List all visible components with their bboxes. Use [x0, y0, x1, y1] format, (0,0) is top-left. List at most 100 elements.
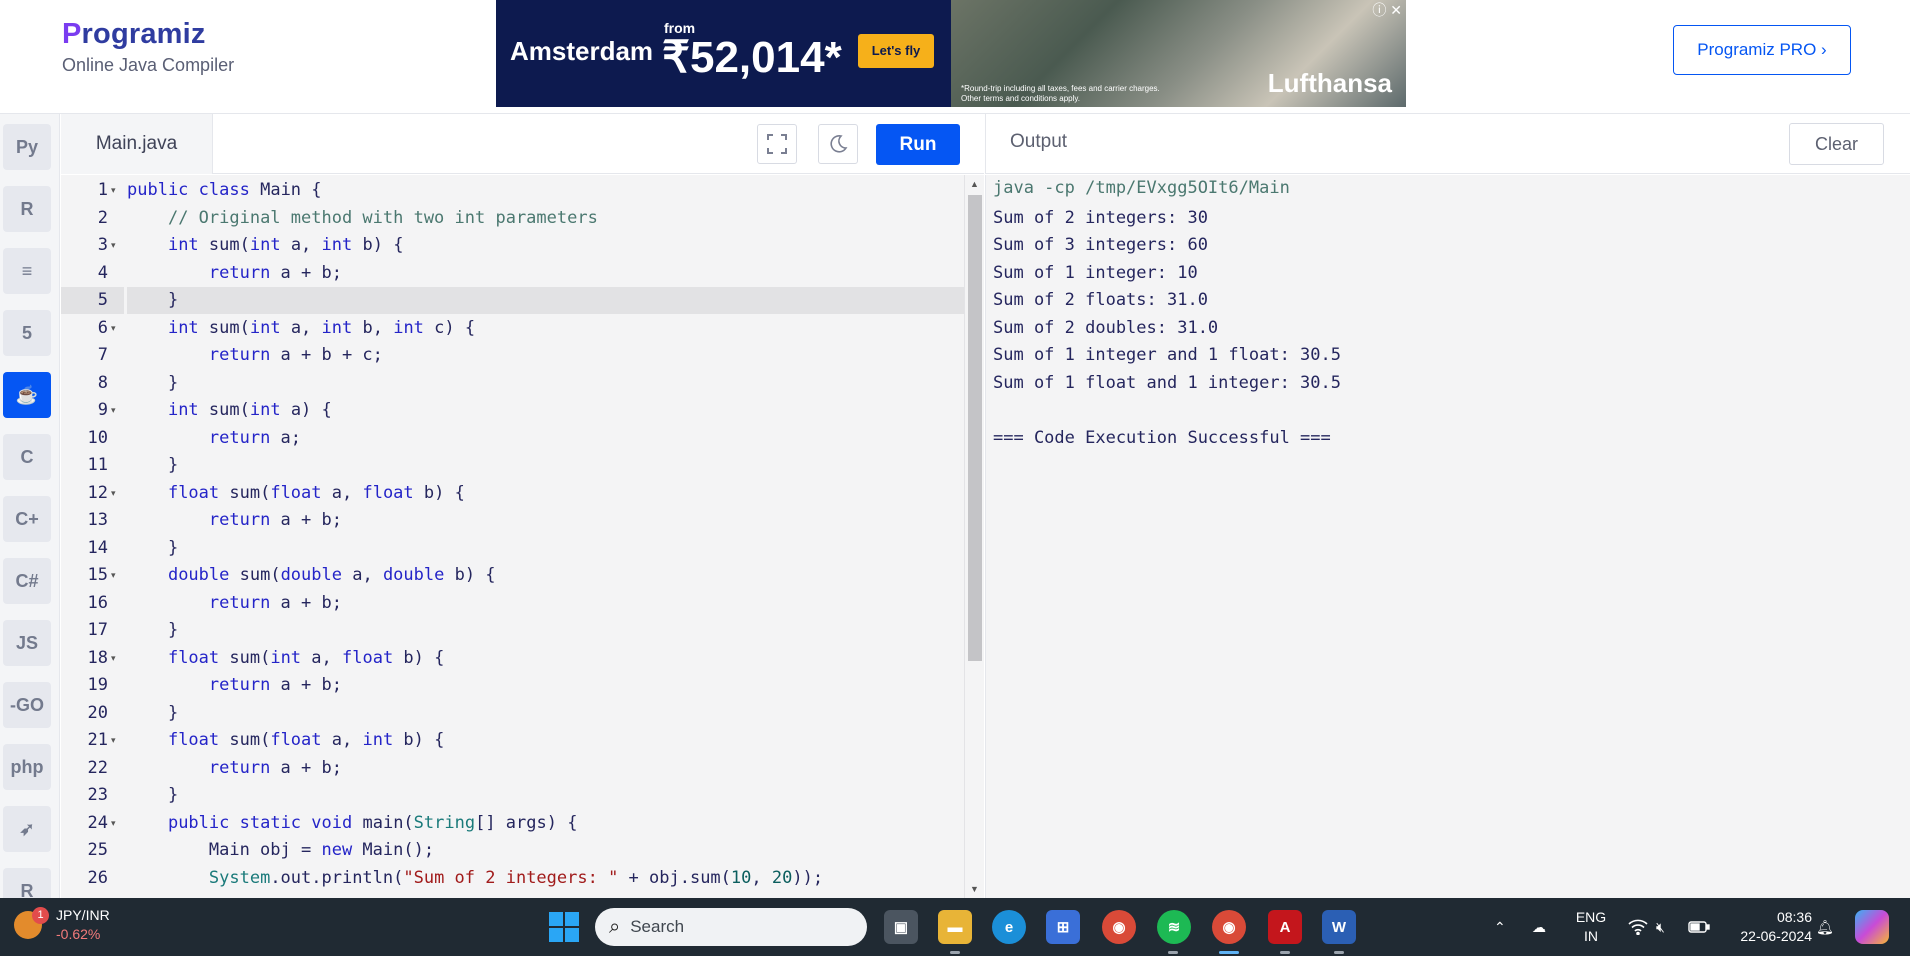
chrome-icon[interactable]: ◉ — [1102, 910, 1136, 944]
output-line: Sum of 2 integers: 30 — [993, 207, 1208, 228]
store-icon[interactable]: ⊞ — [1046, 910, 1080, 944]
sidebar-swift-icon[interactable]: ➶ — [3, 806, 51, 852]
search-placeholder: Search — [630, 917, 685, 936]
line-number: 19 — [87, 675, 108, 695]
active-indicator — [1219, 951, 1239, 954]
sidebar-csharp-icon[interactable]: C# — [3, 558, 51, 604]
clock[interactable]: 08:36 22-06-2024 — [1728, 908, 1812, 946]
file-explorer-icon[interactable]: ▬ — [938, 910, 972, 944]
acrobat-icon[interactable]: A — [1268, 910, 1302, 944]
dark-mode-icon[interactable] — [818, 124, 858, 164]
sidebar-cpp-icon[interactable]: C+ — [3, 496, 51, 542]
notification-bell-icon[interactable]: 🔔︎ — [1816, 898, 1834, 956]
fold-arrow-icon[interactable]: ▾ — [111, 570, 116, 581]
output-line: Sum of 3 integers: 60 — [993, 235, 1208, 255]
battery-icon[interactable] — [1688, 898, 1710, 956]
fold-arrow-icon[interactable]: ▾ — [111, 240, 116, 251]
output-command: java -cp /tmp/EVxgg5OIt6/Main — [993, 178, 1290, 198]
logo-subtitle: Online Java Compiler — [62, 55, 235, 75]
line-number: 1 — [97, 180, 108, 200]
line-number: 3 — [97, 235, 108, 255]
fold-arrow-icon[interactable]: ▾ — [111, 818, 116, 829]
code-line: public class Main { — [127, 180, 322, 200]
language-indicator[interactable]: ENG IN — [1575, 908, 1607, 946]
line-number: 9 — [97, 400, 108, 420]
code-line: // Original method with two int paramete… — [167, 207, 598, 228]
fold-arrow-icon[interactable]: ▾ — [111, 488, 116, 499]
ad-price: ₹52,014* — [662, 33, 842, 82]
spotify-icon[interactable]: ≋ — [1157, 910, 1191, 944]
ad-note: *Round-trip including all taxes, fees an… — [961, 84, 1160, 103]
wifi-icon[interactable] — [1628, 898, 1648, 956]
stock-symbol: JPY/INR — [56, 907, 110, 923]
line-number: 6 — [97, 317, 108, 338]
line-number: 14 — [87, 537, 108, 558]
sidebar-r-icon[interactable]: R — [3, 186, 51, 232]
code-line: return a + b; — [208, 592, 342, 613]
copilot-icon[interactable] — [1855, 910, 1889, 944]
running-indicator — [950, 951, 960, 954]
windows-start-icon[interactable] — [549, 912, 579, 942]
sidebar-html-icon[interactable]: 5 — [3, 310, 51, 356]
fold-arrow-icon[interactable]: ▾ — [111, 323, 116, 334]
output-line: Sum of 2 floats: 31.0 — [993, 290, 1208, 310]
active-line-highlight — [127, 287, 984, 314]
file-tab-main-java[interactable]: Main.java — [61, 114, 213, 174]
scroll-up-icon[interactable]: ▲ — [970, 179, 979, 189]
line-number: 12 — [87, 482, 108, 503]
fold-arrow-icon[interactable]: ▾ — [111, 653, 116, 664]
code-line: return a + b; — [208, 757, 342, 778]
sidebar-sql-icon[interactable]: ≡ — [3, 248, 51, 294]
scroll-thumb[interactable] — [968, 195, 982, 661]
code-line: } — [127, 785, 179, 805]
code-line: return a + b + c; — [208, 345, 383, 365]
stock-widget[interactable]: 1 JPY/INR -0.62% — [14, 906, 110, 944]
clock-date: 22-06-2024 — [1740, 928, 1812, 944]
sidebar-php-icon[interactable]: php — [3, 744, 51, 790]
output-line: Sum of 1 float and 1 integer: 30.5 — [993, 372, 1341, 393]
line-number: 5 — [97, 290, 108, 310]
sidebar-go-icon[interactable]: -GO — [3, 682, 51, 728]
sidebar-c-icon[interactable]: C — [3, 434, 51, 480]
fold-arrow-icon[interactable]: ▾ — [111, 405, 116, 416]
line-number: 20 — [87, 702, 108, 723]
line-number: 17 — [87, 620, 108, 640]
onedrive-error-icon[interactable]: ☁ — [1532, 898, 1546, 956]
fold-arrow-icon[interactable]: ▾ — [111, 735, 116, 746]
code-editor[interactable]: 1 ▾ public class Main {2 // Original metho… — [61, 175, 984, 898]
line-number: 25 — [87, 840, 108, 860]
ad-close-icon[interactable]: ⓘ ✕ — [1372, 0, 1402, 20]
sidebar-java-icon[interactable]: ☕ — [3, 372, 51, 418]
editor-scrollbar[interactable]: ▲ ▼ — [964, 175, 984, 898]
code-line: return a + b; — [208, 675, 342, 695]
code-line: float sum(float a, float b) { — [167, 482, 465, 503]
ad-cta-button[interactable]: Let's fly — [858, 34, 934, 68]
fold-arrow-icon[interactable]: ▾ — [111, 185, 116, 196]
edge-icon[interactable]: e — [992, 910, 1026, 944]
line-number: 24 — [87, 812, 108, 833]
taskbar-search[interactable]: ⌕ Search — [595, 908, 867, 946]
chevron-up-icon[interactable]: ⌃ — [1494, 898, 1506, 956]
task-view-icon[interactable]: ▣ — [884, 910, 918, 944]
line-number: 13 — [87, 510, 108, 530]
sidebar-python-icon[interactable]: Py — [3, 124, 51, 170]
code-line: int sum(int a, int b, int c) { — [167, 317, 476, 338]
run-button[interactable]: Run — [876, 124, 960, 165]
search-icon: ⌕ — [609, 915, 621, 938]
stock-icon: 1 — [14, 907, 49, 939]
programiz-pro-button[interactable]: Programiz PRO › — [1673, 25, 1851, 75]
scroll-down-icon[interactable]: ▼ — [970, 884, 979, 894]
code-line: return a + b; — [208, 262, 342, 283]
output-console: java -cp /tmp/EVxgg5OIt6/Main Sum of 2 i… — [985, 175, 1910, 898]
line-number: 8 — [97, 372, 108, 393]
programiz-logo[interactable]: Programiz Online Java Compiler — [62, 18, 234, 76]
word-icon[interactable]: W — [1322, 910, 1356, 944]
sidebar-js-icon[interactable]: JS — [3, 620, 51, 666]
ad-banner[interactable]: Amsterdam from ₹52,014* Let's fly ⓘ ✕ *R… — [496, 0, 1406, 107]
fullscreen-icon[interactable] — [757, 124, 797, 164]
line-number: 7 — [97, 345, 108, 365]
chrome-profile-icon[interactable]: ◉ — [1212, 910, 1246, 944]
volume-muted-icon[interactable]: 🔇︎ — [1656, 898, 1665, 956]
output-line: Sum of 1 integer and 1 float: 30.5 — [993, 345, 1341, 365]
clear-button[interactable]: Clear — [1789, 123, 1884, 165]
